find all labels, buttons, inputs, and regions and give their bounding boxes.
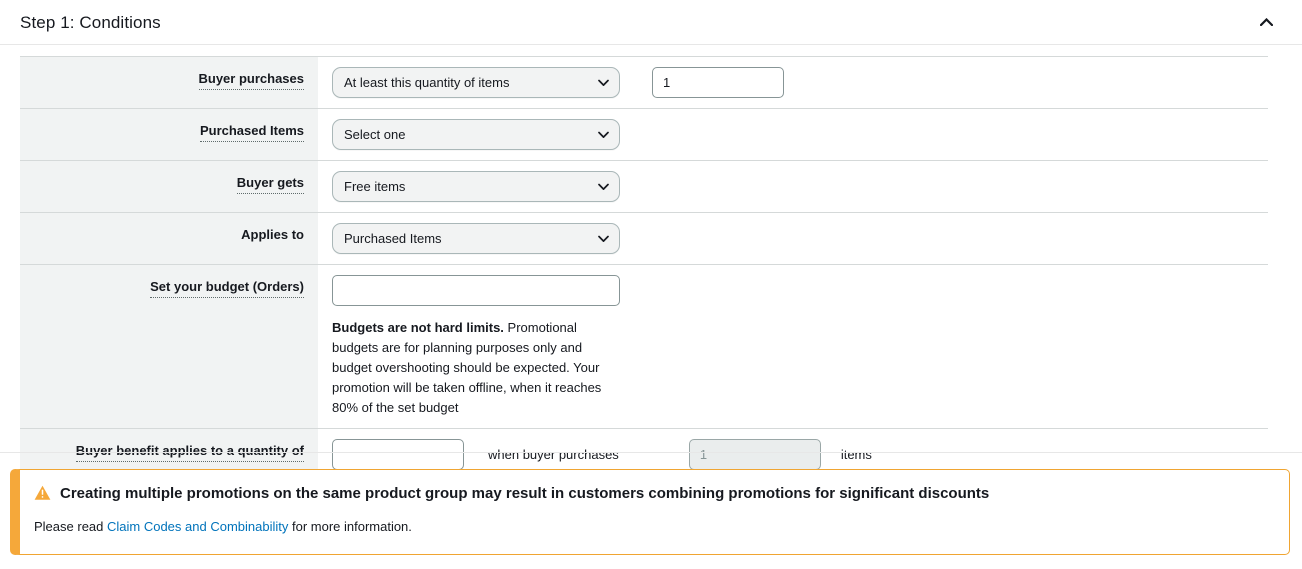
section-header: Step 1: Conditions — [0, 0, 1302, 44]
conditions-step-page: Step 1: Conditions Buyer purchases At le… — [0, 0, 1302, 569]
select-buyer-gets-value: Free items — [344, 179, 406, 194]
select-buyer-purchases-value: At least this quantity of items — [344, 75, 510, 90]
chevron-down-icon — [598, 131, 609, 138]
chevron-down-icon — [598, 79, 609, 86]
row-control-cell-purchased-items: Select one — [318, 108, 1268, 161]
row-control-cell-buyer-purchases: At least this quantity of items — [318, 56, 1268, 109]
select-buyer-gets[interactable]: Free items — [332, 171, 620, 202]
table-row: Applies to Purchased Items — [20, 212, 1268, 265]
alert-body-suffix: for more information. — [288, 519, 412, 534]
combinability-warning-alert: Creating multiple promotions on the same… — [10, 469, 1290, 555]
chevron-down-icon — [598, 235, 609, 242]
label-set-your-budget: Set your budget (Orders) — [150, 278, 304, 298]
text-items-unit: items — [840, 447, 872, 462]
row-control-cell-set-budget: Budgets are not hard limits. Promotional… — [318, 264, 1268, 429]
table-row: Buyer gets Free items — [20, 160, 1268, 213]
alert-title: Creating multiple promotions on the same… — [60, 485, 990, 502]
label-buyer-purchases: Buyer purchases — [198, 70, 304, 90]
label-buyer-gets: Buyer gets — [236, 174, 304, 194]
select-applies-to-value: Purchased Items — [344, 231, 442, 246]
budget-help-emphasis: Budgets are not hard limits. — [332, 320, 504, 335]
budget-help-text: Budgets are not hard limits. Promotional… — [332, 318, 622, 418]
select-purchased-items[interactable]: Select one — [332, 119, 620, 150]
row-label-cell-set-budget: Set your budget (Orders) — [20, 264, 318, 429]
row-control-cell-buyer-gets: Free items — [318, 160, 1268, 213]
row-label-cell-buyer-purchases: Buyer purchases — [20, 56, 318, 109]
conditions-form-table: Buyer purchases At least this quantity o… — [20, 56, 1268, 481]
alert-body: Please read Claim Codes and Combinabilit… — [34, 518, 1273, 536]
table-row: Buyer purchases At least this quantity o… — [20, 56, 1268, 109]
header-divider — [0, 44, 1302, 45]
select-buyer-purchases[interactable]: At least this quantity of items — [332, 67, 620, 98]
section-bottom-divider — [0, 452, 1302, 453]
collapse-section-button[interactable] — [1252, 8, 1280, 36]
text-when-buyer-purchases: when buyer purchases — [488, 447, 619, 462]
row-label-cell-buyer-gets: Buyer gets — [20, 160, 318, 213]
input-buyer-purchases-quantity[interactable] — [652, 67, 784, 98]
row-label-cell-purchased-items: Purchased Items — [20, 108, 318, 161]
chevron-down-icon — [598, 183, 609, 190]
label-purchased-items: Purchased Items — [199, 122, 304, 142]
label-applies-to: Applies to — [241, 227, 304, 242]
row-label-cell-applies-to: Applies to — [20, 212, 318, 265]
select-purchased-items-value: Select one — [344, 127, 406, 142]
input-buyer-benefit-quantity[interactable] — [332, 439, 464, 470]
input-set-your-budget[interactable] — [332, 275, 620, 306]
chevron-up-icon — [1259, 18, 1273, 26]
table-row: Set your budget (Orders) Budgets are not… — [20, 264, 1268, 429]
alert-body-prefix: Please read — [34, 519, 107, 534]
page-title: Step 1: Conditions — [20, 12, 161, 32]
row-control-cell-applies-to: Purchased Items — [318, 212, 1268, 265]
table-row: Purchased Items Select one — [20, 108, 1268, 161]
input-purchase-quantity[interactable] — [688, 439, 821, 470]
warning-triangle-icon — [34, 485, 51, 500]
select-applies-to[interactable]: Purchased Items — [332, 223, 620, 254]
claim-codes-link[interactable]: Claim Codes and Combinability — [107, 519, 288, 534]
